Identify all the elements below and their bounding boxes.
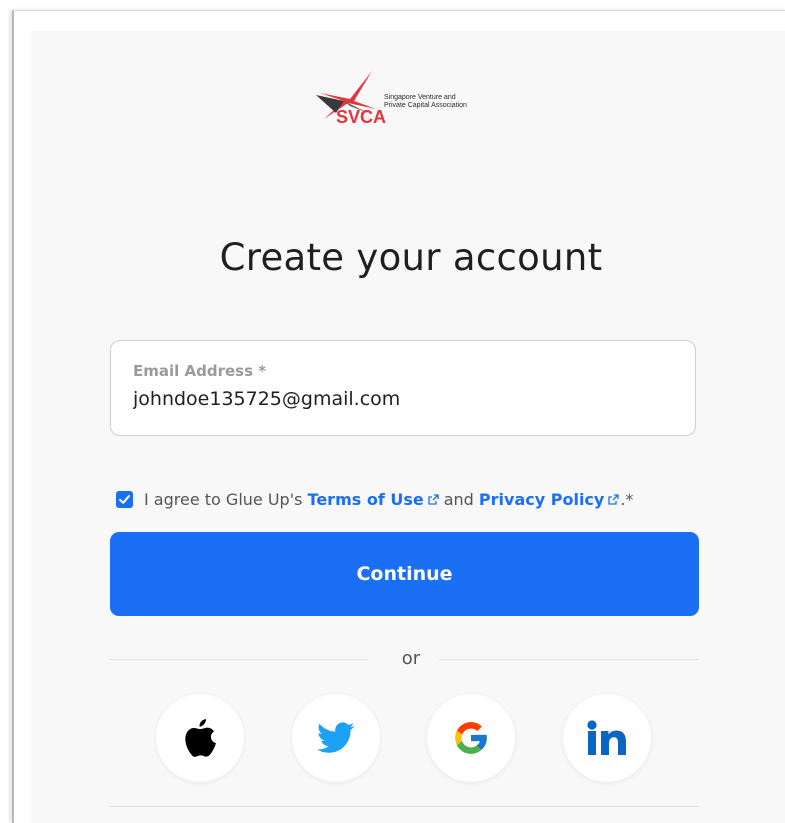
page-frame: SVCA Singapore Venture and Private Capit… [12,10,785,823]
logo-name-line2: Private Capital Association [384,102,467,109]
terms-of-use-link[interactable]: Terms of Use [308,490,424,509]
external-link-icon [428,493,439,505]
external-link-icon [608,493,619,505]
email-field[interactable]: Email Address * [110,340,696,436]
twitter-icon [317,722,355,753]
privacy-policy-link[interactable]: Privacy Policy [479,490,604,509]
agree-checkbox[interactable] [116,490,133,508]
page-title: Create your account [219,236,603,279]
divider-right [439,659,699,660]
google-icon [455,722,487,754]
linkedin-signin-button[interactable] [563,694,651,782]
agreement-row: I agree to Glue Up's Terms of Use and Pri… [116,488,633,510]
svca-logo: SVCA Singapore Venture and Private Capit… [314,71,504,131]
agreement-conjunction: and [443,489,474,509]
apple-signin-button[interactable] [156,694,244,782]
linkedin-icon [587,720,626,755]
email-input[interactable] [133,388,673,410]
logo-name-line1: Singapore Venture and [384,94,456,101]
google-signin-button[interactable] [427,694,515,782]
apple-icon [185,719,216,757]
checkmark-icon [119,494,130,504]
bottom-divider [110,806,699,807]
logo-caption: Singapore Venture and Private Capital As… [384,94,494,110]
agreement-prefix: I agree to Glue Up's [144,489,303,509]
email-label: Email Address * [133,362,267,380]
signup-card: SVCA Singapore Venture and Private Capit… [31,31,785,823]
logo-acronym: SVCA [336,107,386,127]
agreement-suffix: .* [620,489,634,509]
twitter-signin-button[interactable] [292,694,380,782]
continue-button[interactable]: Continue [110,532,699,616]
